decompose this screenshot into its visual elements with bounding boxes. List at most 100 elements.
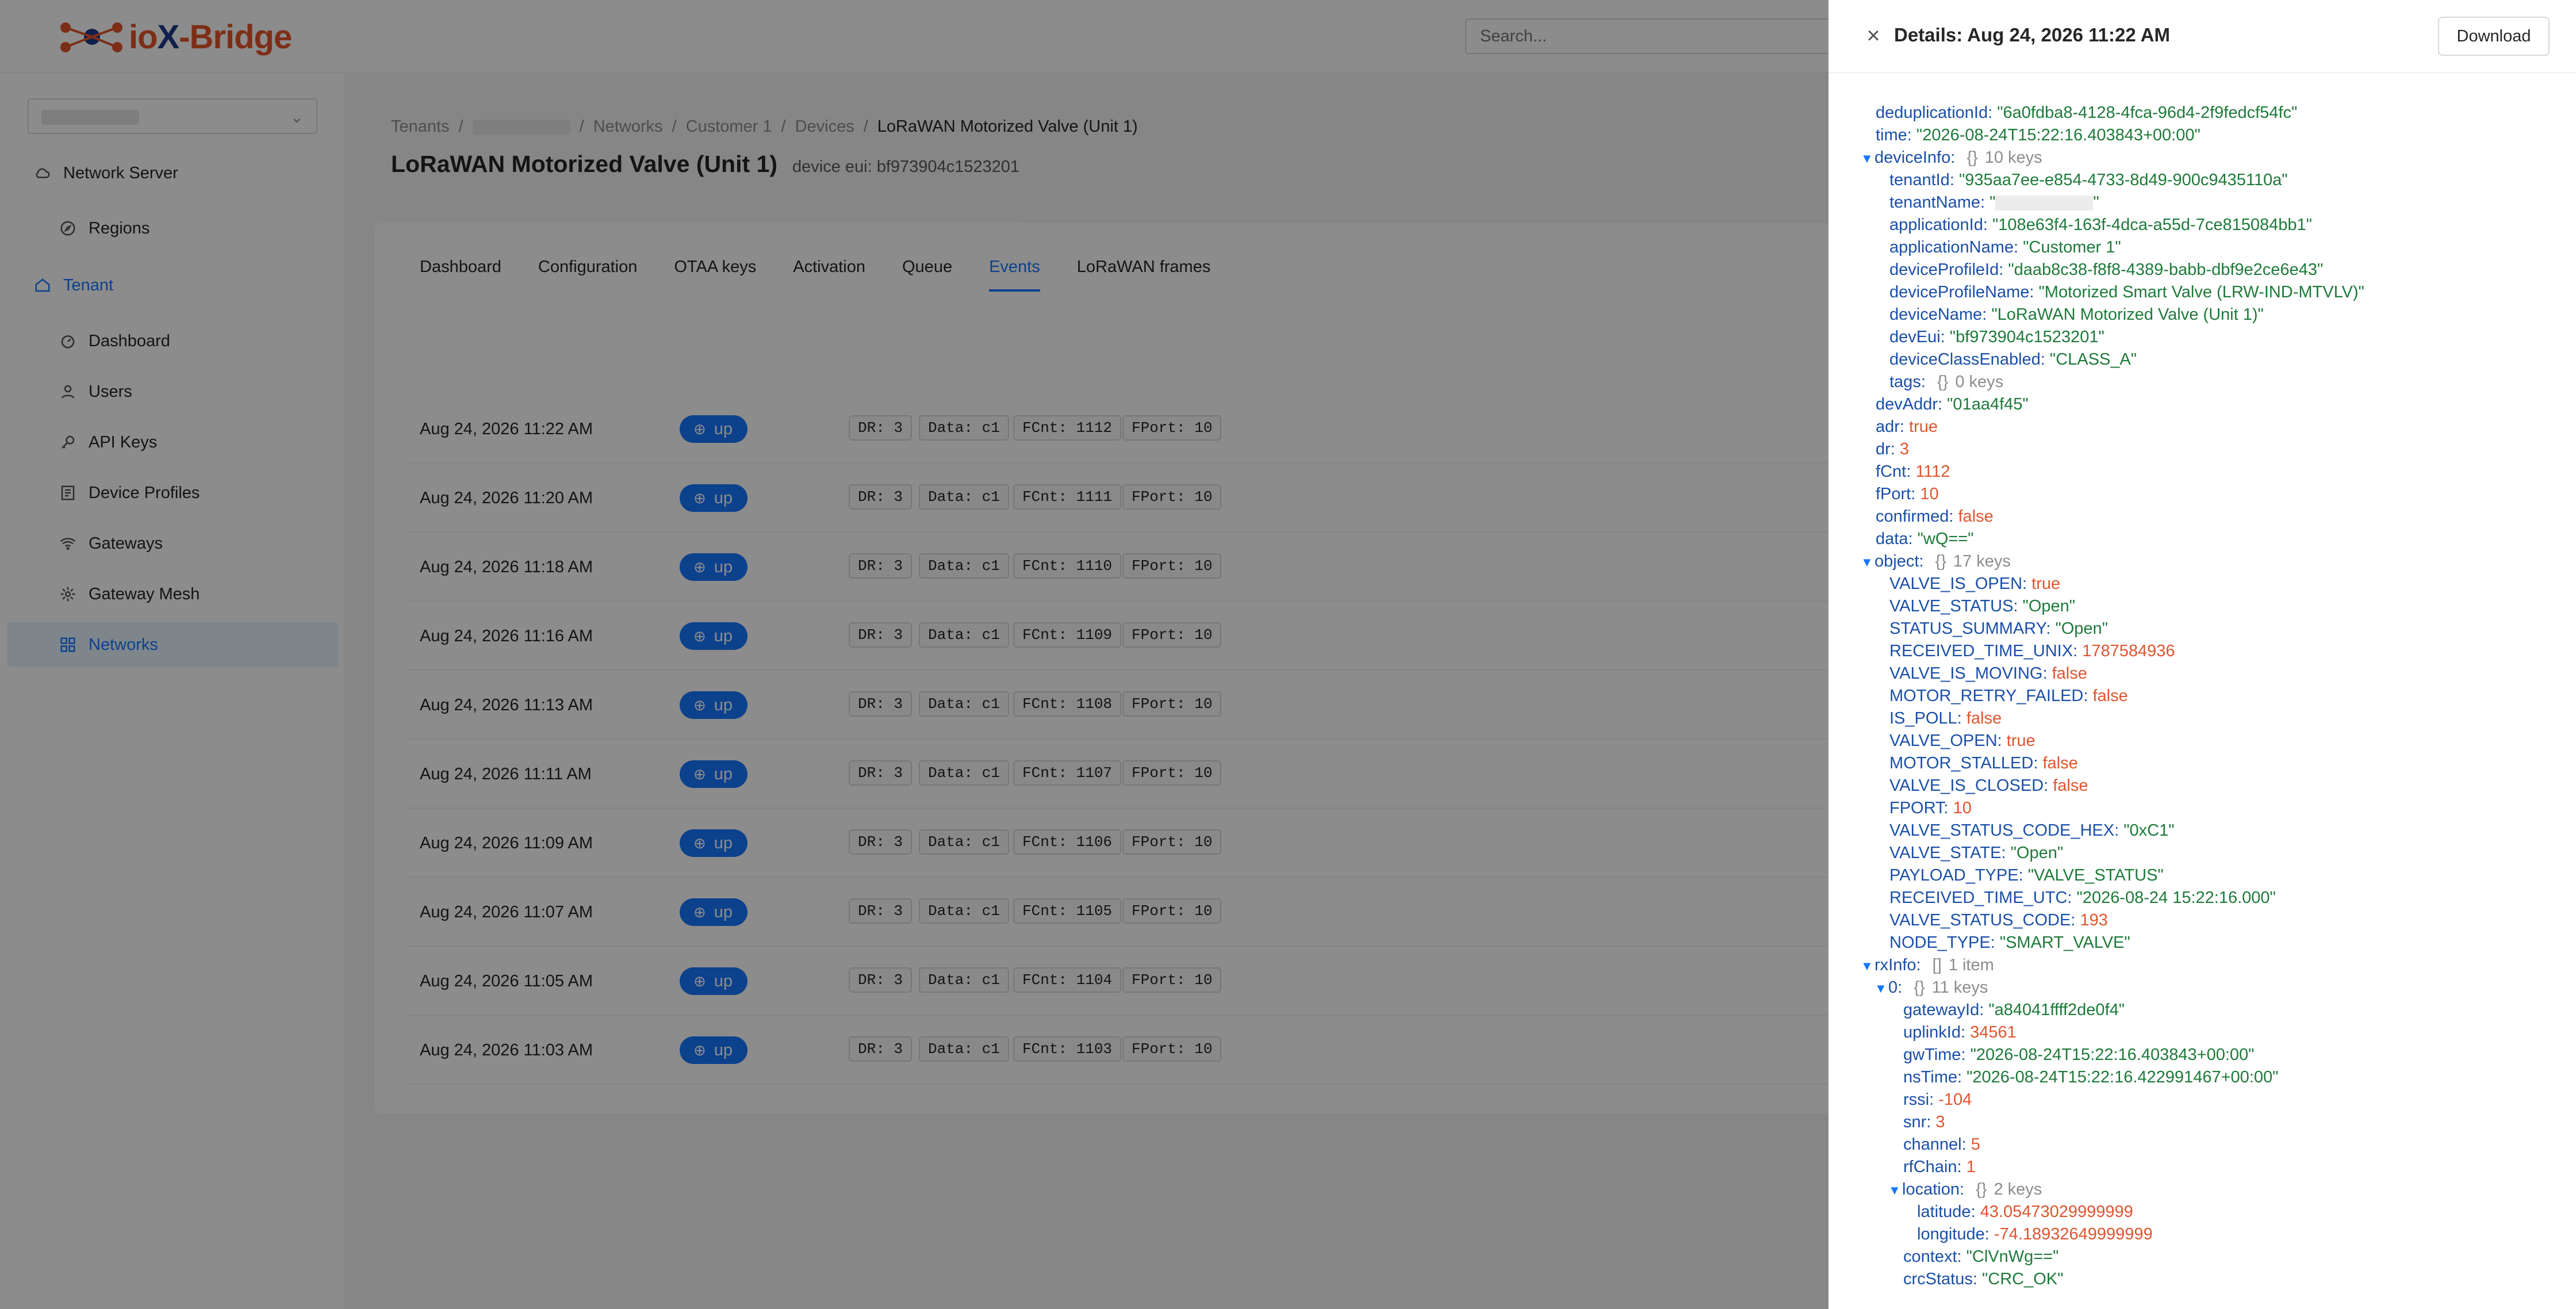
- json-collapse-glyph: {}: [1935, 552, 1946, 571]
- json-line: RECEIVED_TIME_UNIX: 1787584936: [1889, 642, 2175, 660]
- json-value: "VALVE_STATUS": [2027, 866, 2164, 885]
- json-line: deviceProfileId: "daab8c38-f8f8-4389-bab…: [1889, 261, 2324, 279]
- json-value: true: [1909, 418, 1938, 436]
- json-line: deviceProfileName: "Motorized Smart Valv…: [1889, 283, 2364, 301]
- json-value: "0xC1": [2123, 821, 2175, 840]
- json-value: 193: [2080, 911, 2108, 929]
- json-line: deduplicationId: "6a0fdba8-4128-4fca-96d…: [1876, 104, 2298, 122]
- json-line: IS_POLL: false: [1889, 709, 2002, 728]
- json-value: false: [2042, 754, 2078, 772]
- json-key: rfChain: [1903, 1158, 1957, 1176]
- json-key: tenantId: [1889, 171, 1950, 189]
- json-line: dr: 3: [1876, 440, 1910, 458]
- caret-down-icon[interactable]: ▼: [1888, 1180, 1902, 1201]
- json-line: latitude: 43.05473029999999: [1917, 1203, 2133, 1221]
- json-line: tags: {} 0 keys: [1889, 373, 2004, 391]
- json-line: applicationId: "108e63f4-163f-4dca-a55d-…: [1889, 216, 2312, 234]
- json-value: "daab8c38-f8f8-4389-babb-dbf9e2ce6e43": [2008, 261, 2324, 279]
- json-line: context: "ClVnWg==": [1903, 1247, 2059, 1266]
- json-line: RECEIVED_TIME_UTC: "2026-08-24 15:22:16.…: [1889, 889, 2276, 907]
- caret-down-icon[interactable]: ▼: [1861, 148, 1874, 170]
- json-value: "2026-08-24T15:22:16.403843+00:00": [1916, 126, 2201, 144]
- json-key: deviceInfo: [1874, 148, 1951, 167]
- json-value: 10: [1920, 485, 1939, 503]
- json-value: "01aa4f45": [1947, 395, 2029, 414]
- json-value: "SMART_VALVE": [1999, 933, 2130, 952]
- json-key: rssi: [1903, 1090, 1930, 1109]
- json-node-toggle[interactable]: ▼rxInfo: [] 1 item: [1861, 954, 1994, 976]
- json-line: MOTOR_STALLED: false: [1889, 754, 2078, 772]
- json-collapse-glyph: []: [1932, 956, 1942, 974]
- json-value: "CLASS_A": [2049, 350, 2137, 369]
- json-line: VALVE_STATUS_CODE: 193: [1889, 911, 2108, 929]
- json-value: 1787584936: [2082, 642, 2175, 660]
- json-line: FPORT: 10: [1889, 799, 1972, 817]
- json-value: true: [2031, 575, 2061, 593]
- json-value: "108e63f4-163f-4dca-a55d-7ce815084bb1": [1992, 216, 2312, 234]
- json-line: deviceClassEnabled: "CLASS_A": [1889, 350, 2137, 369]
- json-collapse-glyph: {}: [1914, 978, 1925, 997]
- json-key: FPORT: [1889, 799, 1944, 817]
- json-line: VALVE_STATE: "Open": [1889, 844, 2064, 862]
- json-meta: 0 keys: [1955, 373, 2004, 391]
- json-value: false: [1958, 507, 1994, 526]
- json-value: -74.18932649999999: [1994, 1225, 2153, 1243]
- json-key: fCnt: [1876, 462, 1907, 481]
- json-value: true: [2006, 732, 2035, 750]
- json-line: rfChain: 1: [1903, 1158, 1976, 1176]
- json-line: deviceName: "LoRaWAN Motorized Valve (Un…: [1889, 305, 2264, 324]
- close-icon[interactable]: ×: [1862, 24, 1885, 47]
- json-line: VALVE_IS_OPEN: true: [1889, 575, 2061, 593]
- json-value: "935aa7ee-e854-4733-8d49-900c9435110a": [1958, 171, 2288, 189]
- json-key: deviceClassEnabled: [1889, 350, 2041, 369]
- json-line: time: "2026-08-24T15:22:16.403843+00:00": [1876, 126, 2201, 144]
- drawer-title: Details: Aug 24, 2026 11:22 AM: [1894, 24, 2170, 45]
- json-line: VALVE_STATUS_CODE_HEX: "0xC1": [1889, 821, 2175, 840]
- json-key: VALVE_IS_OPEN: [1889, 575, 2023, 593]
- json-node-toggle[interactable]: ▼object: {} 17 keys: [1861, 550, 2011, 572]
- json-key: deviceProfileName: [1889, 283, 2030, 301]
- json-value: "Open": [2022, 597, 2076, 615]
- json-value: "Open": [2055, 619, 2108, 638]
- json-key: applicationId: [1889, 216, 1983, 234]
- json-line: snr: 3: [1903, 1113, 1945, 1131]
- json-value: false: [1966, 709, 2002, 728]
- json-key: devEui: [1889, 328, 1941, 346]
- json-viewer: deduplicationId: "6a0fdba8-4128-4fca-96d…: [1828, 73, 2576, 1309]
- json-line: nsTime: "2026-08-24T15:22:16.422991467+0…: [1903, 1068, 2279, 1086]
- json-key: VALVE_STATE: [1889, 844, 2002, 862]
- caret-down-icon[interactable]: ▼: [1861, 552, 1874, 573]
- json-key: tenantName: [1889, 193, 1980, 212]
- json-node-toggle[interactable]: ▼location: {} 2 keys: [1888, 1178, 2042, 1200]
- json-value: 1: [1966, 1158, 1976, 1176]
- json-value: 1112: [1915, 462, 1950, 481]
- json-node-toggle[interactable]: ▼0: {} 11 keys: [1874, 977, 1988, 998]
- json-value: "6a0fdba8-4128-4fca-96d4-2f9fedcf54fc": [1997, 104, 2298, 122]
- caret-down-icon[interactable]: ▼: [1861, 955, 1874, 977]
- json-value: "Customer 1": [2023, 238, 2121, 257]
- json-meta: 17 keys: [1953, 552, 2011, 571]
- json-key: VALVE_STATUS: [1889, 597, 2014, 615]
- json-node-toggle[interactable]: ▼deviceInfo: {} 10 keys: [1861, 147, 2042, 169]
- caret-down-icon[interactable]: ▼: [1874, 978, 1888, 1000]
- json-string: ": [2093, 193, 2099, 212]
- json-key: deviceName: [1889, 305, 1983, 324]
- json-value: -104: [1938, 1090, 1972, 1109]
- json-line: PAYLOAD_TYPE: "VALVE_STATUS": [1889, 866, 2164, 885]
- json-value: 10: [1953, 799, 1972, 817]
- json-key: RECEIVED_TIME_UNIX: [1889, 642, 2073, 660]
- json-line: uplinkId: 34561: [1903, 1023, 2017, 1042]
- json-key: channel: [1903, 1135, 1962, 1154]
- json-key: gatewayId: [1903, 1001, 1980, 1019]
- download-button[interactable]: Download: [2438, 17, 2550, 56]
- json-line: VALVE_OPEN: true: [1889, 732, 2035, 750]
- json-line: crcStatus: "CRC_OK": [1903, 1270, 2064, 1288]
- json-value: "2026-08-24 15:22:16.000": [2076, 889, 2276, 907]
- json-line: rssi: -104: [1903, 1090, 1972, 1109]
- json-string: ": [1989, 193, 1996, 212]
- json-line: fPort: 10: [1876, 485, 1939, 503]
- json-key: context: [1903, 1247, 1957, 1266]
- json-value: 5: [1971, 1135, 1980, 1154]
- json-key: RECEIVED_TIME_UTC: [1889, 889, 2068, 907]
- json-key: location: [1902, 1180, 1960, 1199]
